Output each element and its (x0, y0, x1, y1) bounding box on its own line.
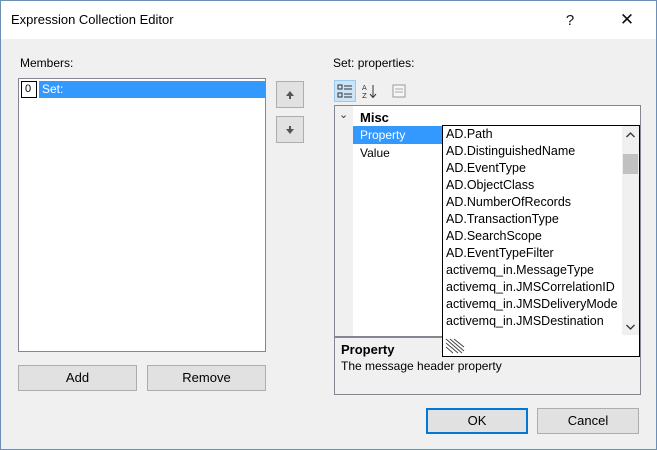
dropdown-option[interactable]: activemq_in.JMSDestination (443, 313, 622, 330)
member-name: Set: (39, 81, 265, 98)
help-button[interactable]: ? (547, 1, 593, 39)
svg-text:A: A (362, 84, 367, 92)
property-grid-toolbar: A Z (334, 80, 424, 102)
description-title: Property (341, 342, 395, 357)
dropdown-option[interactable]: AD.Path (443, 126, 622, 143)
categorized-icon (337, 84, 352, 98)
members-label: Members: (20, 56, 74, 70)
svg-text:Z: Z (362, 92, 367, 99)
expression-collection-editor-dialog: Expression Collection Editor ? ✕ Members… (0, 0, 657, 450)
properties-label-prefix: Set: (333, 56, 355, 70)
chevron-down-icon (626, 324, 635, 330)
category-misc[interactable]: ⌄ Misc (335, 108, 640, 126)
scroll-down-button[interactable] (622, 318, 639, 335)
list-item[interactable]: 0 Set: (21, 81, 265, 98)
property-name: Property (353, 126, 444, 144)
collapse-icon[interactable]: ⌄ (339, 108, 348, 121)
alphabetical-button[interactable]: A Z (358, 80, 380, 102)
property-dropdown-list[interactable]: AD.Path AD.DistinguishedName AD.EventTyp… (442, 125, 640, 357)
ok-button[interactable]: OK (426, 408, 528, 434)
close-icon: ✕ (619, 10, 635, 29)
members-list[interactable]: 0 Set: (18, 78, 266, 352)
grid-gutter (335, 106, 353, 336)
property-name: Value (360, 146, 390, 160)
dropdown-option[interactable]: AD.DistinguishedName (443, 143, 622, 160)
property-pages-icon (392, 84, 406, 98)
move-up-button[interactable] (276, 81, 304, 108)
dropdown-option[interactable]: AD.ObjectClass (443, 177, 622, 194)
dropdown-options: AD.Path AD.DistinguishedName AD.EventTyp… (443, 126, 622, 335)
move-down-button[interactable] (276, 116, 304, 143)
categorized-button[interactable] (334, 80, 356, 102)
properties-label: Set: properties: (333, 56, 414, 70)
dropdown-scrollbar[interactable] (622, 126, 639, 335)
alphabetical-sort-icon: A Z (362, 84, 377, 99)
dropdown-option[interactable]: AD.EventTypeFilter (443, 245, 622, 262)
arrow-up-icon (286, 90, 294, 99)
help-icon: ? (565, 11, 575, 29)
category-name: Misc (360, 110, 389, 125)
dropdown-option[interactable]: activemq_in.JMSCorrelationID (443, 279, 622, 296)
dropdown-option[interactable]: AD.SearchScope (443, 228, 622, 245)
dropdown-option[interactable]: activemq_in.MessageType (443, 262, 622, 279)
dropdown-option[interactable]: AD.TransactionType (443, 211, 622, 228)
dropdown-option[interactable]: activemq_in.JMSDeliveryMode (443, 296, 622, 313)
remove-button[interactable]: Remove (147, 365, 266, 391)
window-title: Expression Collection Editor (11, 12, 174, 27)
scroll-up-button[interactable] (622, 126, 639, 143)
description-text: The message header property (341, 359, 502, 373)
member-index: 0 (21, 81, 37, 98)
arrow-down-icon (286, 125, 294, 134)
title-bar: Expression Collection Editor ? ✕ (1, 1, 656, 39)
resize-grip-icon[interactable] (444, 337, 466, 355)
scroll-thumb[interactable] (623, 154, 638, 174)
chevron-up-icon (626, 131, 635, 137)
add-button[interactable]: Add (18, 365, 137, 391)
dropdown-option[interactable]: AD.NumberOfRecords (443, 194, 622, 211)
property-pages-button[interactable] (388, 80, 410, 102)
properties-label-suffix: properties: (357, 56, 415, 70)
close-button[interactable]: ✕ (604, 1, 650, 39)
dropdown-option[interactable]: AD.EventType (443, 160, 622, 177)
cancel-button[interactable]: Cancel (537, 408, 639, 434)
